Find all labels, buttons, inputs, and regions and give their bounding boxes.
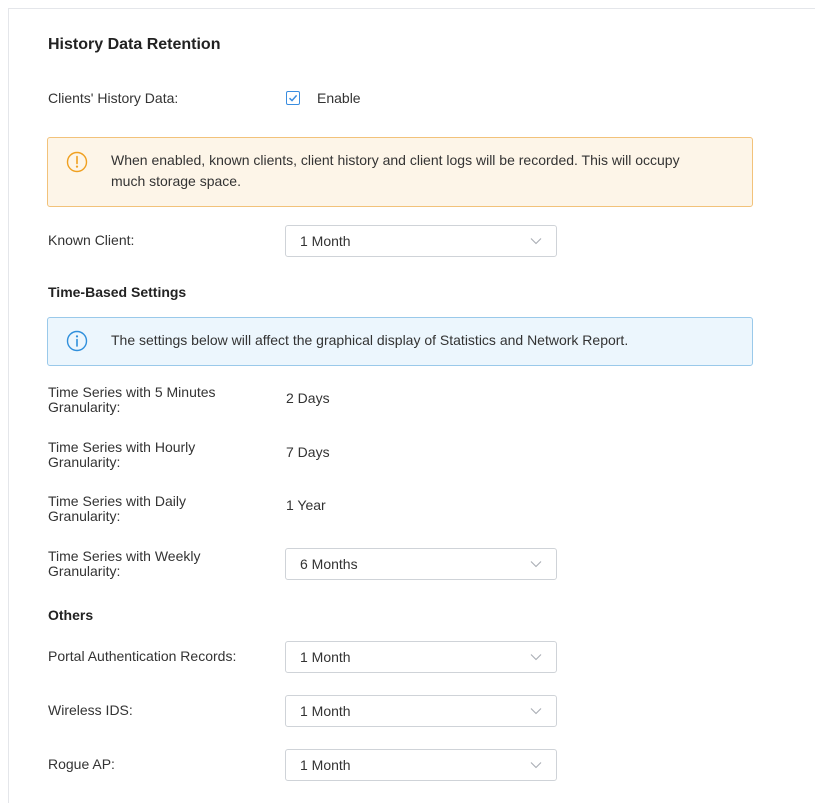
rogue-ap-value: 1 Month	[300, 757, 351, 773]
portal-authentication-records-label: Portal Authentication Records:	[48, 648, 237, 664]
wireless-ids-value: 1 Month	[300, 703, 351, 719]
storage-warning-notice: When enabled, known clients, client hist…	[47, 137, 753, 207]
section-title-others: Others	[48, 607, 94, 623]
graphical-display-info-notice: The settings below will affect the graph…	[47, 317, 753, 366]
chevron-down-icon	[530, 708, 542, 715]
five-minute-granularity-value: 2 Days	[286, 390, 330, 406]
five-minute-granularity-label-line2: Granularity:	[48, 399, 121, 415]
checkmark-icon	[288, 94, 298, 102]
known-client-value: 1 Month	[300, 233, 351, 249]
info-circle-icon	[66, 330, 88, 352]
known-client-label: Known Client:	[48, 232, 135, 248]
portal-authentication-records-select[interactable]: 1 Month	[285, 641, 557, 673]
hourly-granularity-value: 7 Days	[286, 444, 330, 460]
five-minute-granularity-label: Time Series with 5 Minutes Granularity:	[48, 385, 216, 415]
daily-granularity-label-line1: Time Series with Daily	[48, 493, 186, 509]
chevron-down-icon	[530, 654, 542, 661]
wireless-ids-label: Wireless IDS:	[48, 702, 133, 718]
graphical-display-info-text: The settings below will affect the graph…	[111, 332, 629, 348]
storage-warning-text: When enabled, known clients, client hist…	[111, 152, 680, 189]
enable-label[interactable]: Enable	[317, 90, 361, 106]
chevron-down-icon	[530, 238, 542, 245]
daily-granularity-label: Time Series with Daily Granularity:	[48, 494, 186, 524]
hourly-granularity-label-line2: Granularity:	[48, 454, 121, 470]
section-title-history-data-retention: History Data Retention	[48, 36, 221, 53]
section-title-time-based-settings: Time-Based Settings	[48, 284, 187, 300]
weekly-granularity-label-line1: Time Series with Weekly	[48, 548, 201, 564]
chevron-down-icon	[530, 561, 542, 568]
weekly-granularity-label: Time Series with Weekly Granularity:	[48, 549, 200, 579]
wireless-ids-select[interactable]: 1 Month	[285, 695, 557, 727]
rogue-ap-select[interactable]: 1 Month	[285, 749, 557, 781]
chevron-down-icon	[530, 762, 542, 769]
weekly-granularity-value: 6 Months	[300, 556, 358, 572]
hourly-granularity-label: Time Series with Hourly Granularity:	[48, 440, 195, 470]
enable-checkbox[interactable]	[286, 91, 300, 105]
hourly-granularity-label-line1: Time Series with Hourly	[48, 439, 196, 455]
clients-history-data-label: Clients' History Data:	[48, 90, 179, 106]
weekly-granularity-label-line2: Granularity:	[48, 563, 121, 579]
daily-granularity-label-line2: Granularity:	[48, 508, 121, 524]
five-minute-granularity-label-line1: Time Series with 5 Minutes	[48, 384, 216, 400]
weekly-granularity-select[interactable]: 6 Months	[285, 548, 557, 580]
daily-granularity-value: 1 Year	[286, 497, 326, 513]
exclamation-circle-icon	[66, 151, 88, 173]
known-client-select[interactable]: 1 Month	[285, 225, 557, 257]
rogue-ap-label: Rogue AP:	[48, 756, 115, 772]
portal-authentication-records-value: 1 Month	[300, 649, 351, 665]
